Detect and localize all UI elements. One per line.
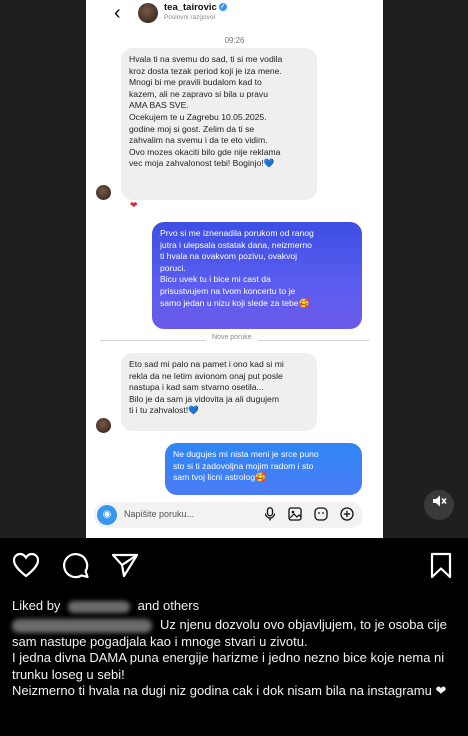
gallery-icon[interactable] (288, 507, 302, 524)
heart-reaction: ❤ (130, 200, 138, 210)
bookmark-icon[interactable] (429, 552, 453, 584)
mute-icon[interactable] (424, 490, 454, 520)
message-incoming: Hvala ti na svemu do sad, ti si me vodil… (121, 48, 317, 200)
microphone-icon[interactable] (264, 507, 276, 524)
dm-screenshot: ‹ tea_tairovic ✓ Poslovni razgovor 09:26 … (86, 0, 383, 538)
username-text: tea_tairovic (164, 2, 217, 13)
liked-prefix: Liked by (12, 598, 61, 613)
avatar (96, 185, 111, 200)
message-input[interactable]: Napišite poruku... (124, 509, 194, 519)
timestamp: 09:26 (224, 36, 245, 45)
post-caption: Uz njenu dozvolu ovo objavljujem, to je … (12, 617, 460, 700)
back-icon[interactable]: ‹ (114, 2, 121, 25)
avatar (96, 418, 111, 433)
message-outgoing: Ne dugujes mi nista meni je srce puno st… (165, 443, 362, 495)
camera-icon[interactable]: ◉ (97, 505, 117, 525)
caption-text: I jedna divna DAMA puna energije harizme… (12, 650, 445, 682)
comment-icon[interactable] (62, 552, 90, 584)
likes-summary[interactable]: Liked by and others (12, 598, 199, 613)
dm-username[interactable]: tea_tairovic ✓ (164, 2, 227, 13)
caption-text: Neizmerno ti hvala na dugi niz godina ca… (12, 683, 447, 698)
liked-suffix: and others (137, 598, 200, 613)
message-outgoing: Prvo si me iznenadila porukom od ranog j… (152, 222, 362, 329)
share-icon[interactable] (111, 552, 139, 583)
message-incoming: Eto sad mi palo na pamet i ono kad si mi… (121, 353, 317, 431)
avatar[interactable] (138, 3, 158, 23)
post-media: ‹ tea_tairovic ✓ Poslovni razgovor 09:26 … (0, 0, 468, 538)
sticker-icon[interactable] (314, 507, 328, 524)
verified-icon: ✓ (218, 3, 227, 12)
plus-icon[interactable] (340, 507, 354, 524)
message-composer: ◉ Napišite poruku... (94, 502, 363, 528)
blurred-author[interactable] (12, 618, 152, 633)
heart-icon[interactable] (12, 552, 40, 583)
dm-header: ‹ tea_tairovic ✓ Poslovni razgovor (86, 0, 383, 28)
new-messages-label: Nove poruke (206, 334, 258, 341)
dm-subtitle: Poslovni razgovor (164, 14, 216, 21)
blurred-username (68, 600, 131, 613)
